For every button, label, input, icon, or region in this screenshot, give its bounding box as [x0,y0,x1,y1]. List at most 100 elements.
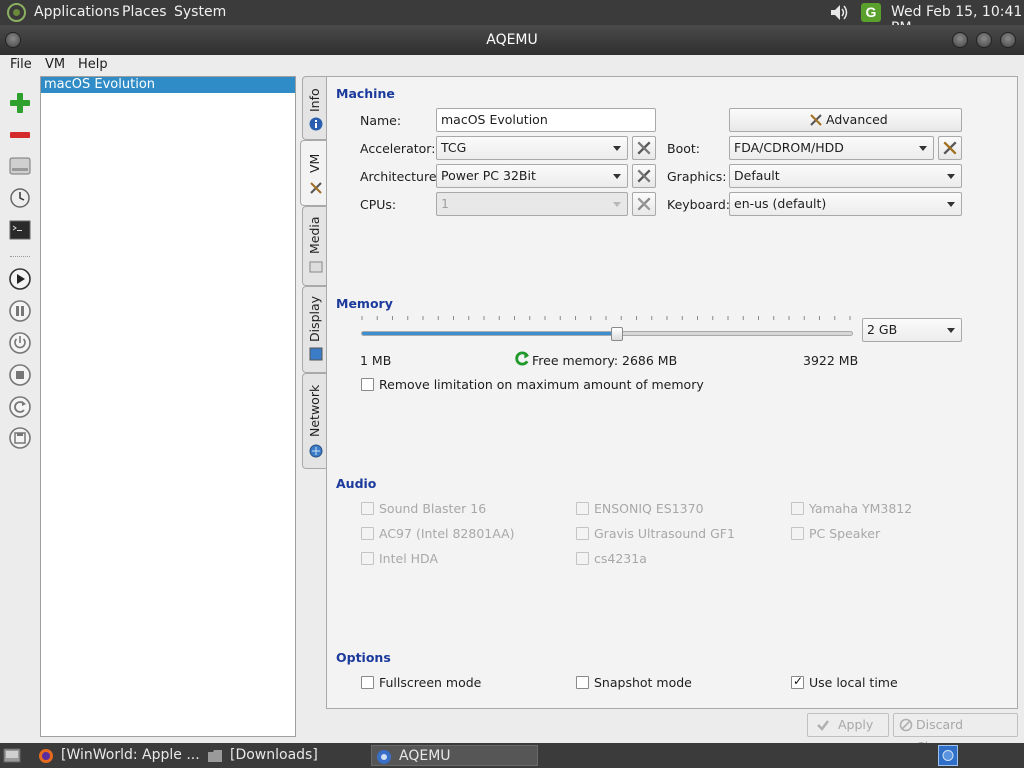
pc-speaker-label: PC Speaker [809,526,881,541]
chevron-down-icon [947,202,955,207]
network-icon [309,444,323,458]
vm-toolbar [0,76,38,740]
menu-vm[interactable]: VM [45,57,65,72]
boot-select[interactable]: FDA/CDROM/HDD [729,136,934,160]
disk-icon[interactable] [8,154,32,178]
task-aqemu[interactable]: AQEMU [371,745,538,766]
maximize-button[interactable] [976,32,992,48]
tab-network[interactable]: Network [302,373,326,469]
accelerator-select[interactable]: TCG [436,136,628,160]
clock-icon[interactable] [8,186,32,210]
chevron-down-icon [947,174,955,179]
window-titlebar[interactable]: AQEMU [0,25,1024,55]
save-icon[interactable] [8,426,32,450]
boot-settings-button[interactable] [938,136,962,160]
volume-icon[interactable] [828,3,850,22]
boot-label: Boot: [667,141,700,156]
apply-button[interactable]: Apply [807,713,889,737]
pc-speaker-checkbox[interactable] [791,527,804,540]
memory-slider-handle[interactable] [611,327,623,341]
pause-icon[interactable] [8,299,32,323]
tools-icon [637,169,651,183]
tab-display[interactable]: Display [302,286,326,373]
accelerator-label: Accelerator: [360,141,436,156]
intel-hda-checkbox[interactable] [361,552,374,565]
tools-icon [637,141,651,155]
cancel-icon [899,718,913,732]
snapshot-label: Snapshot mode [594,675,692,690]
applications-menu[interactable]: Applications [34,4,120,20]
cs4231a-label: cs4231a [594,551,647,566]
memory-size-select[interactable]: 2 GB [862,318,962,342]
gravis-checkbox[interactable] [576,527,589,540]
task-downloads[interactable]: [Downloads] [203,745,368,766]
remove-limit-label: Remove limitation on maximum amount of m… [379,377,704,392]
name-input[interactable]: macOS Evolution [436,108,656,132]
cpus-spinbox[interactable]: 1 [436,192,628,216]
task-firefox[interactable]: [WinWorld: Apple ... [34,745,200,766]
memory-min-label: 1 MB [360,353,392,368]
apply-label: Apply [838,717,874,732]
chevron-down-icon [919,146,927,151]
snapshot-checkbox[interactable] [576,676,589,689]
refresh-icon[interactable] [515,351,530,366]
accelerator-settings-button[interactable] [632,136,656,160]
stop-icon[interactable] [8,363,32,387]
chevron-down-icon [613,202,621,207]
architecture-value: Power PC 32Bit [441,168,536,183]
remove-limit-checkbox[interactable] [361,378,374,391]
remove-vm-icon[interactable] [8,123,32,147]
menu-help[interactable]: Help [78,57,108,72]
firefox-icon [39,749,53,763]
ac97-label: AC97 (Intel 82801AA) [379,526,515,541]
fullscreen-label: Fullscreen mode [379,675,482,690]
tab-media[interactable]: Media [302,206,326,286]
memory-size-value: 2 GB [867,322,898,337]
system-menu[interactable]: System [174,4,226,20]
discard-changes-button[interactable]: Discard Changes [893,713,1018,754]
power-icon[interactable] [8,331,32,355]
update-manager-icon[interactable]: G [861,3,881,22]
ac97-checkbox[interactable] [361,527,374,540]
local-time-checkbox[interactable] [791,674,804,689]
tab-info[interactable]: Info [302,76,326,140]
fullscreen-checkbox[interactable] [361,676,374,689]
architecture-settings-button[interactable] [632,164,656,188]
distro-logo-icon[interactable] [7,3,26,22]
minimize-button[interactable] [952,32,968,48]
cpus-settings-button[interactable] [632,192,656,216]
close-button[interactable] [1000,32,1016,48]
vm-settings-panel: Machine Name: macOS Evolution Advanced A… [326,76,1018,709]
play-icon[interactable] [8,267,32,291]
graphics-value: Default [734,168,780,183]
reset-icon[interactable] [8,395,32,419]
sound-blaster-checkbox[interactable] [361,502,374,515]
tools-icon [943,141,957,155]
architecture-label: Architecture [360,169,437,184]
graphics-select[interactable]: Default [729,164,962,188]
tab-vm[interactable]: VM [300,140,328,206]
architecture-select[interactable]: Power PC 32Bit [436,164,628,188]
menubar: File VM Help [0,55,1024,75]
memory-slider-ticks [361,316,851,320]
advanced-button[interactable]: Advanced [729,108,962,132]
cs4231a-checkbox[interactable] [576,552,589,565]
terminal-icon[interactable] [8,218,32,242]
add-vm-icon[interactable] [8,91,32,115]
vm-list[interactable]: macOS Evolution [40,76,296,737]
ensoniq-checkbox[interactable] [576,502,589,515]
yamaha-checkbox[interactable] [791,502,804,515]
cpus-value: 1 [441,196,449,211]
menu-file[interactable]: File [10,57,32,72]
memory-slider[interactable] [361,331,853,336]
show-desktop-icon[interactable] [3,747,21,764]
info-icon [309,117,323,131]
memory-max-label: 3922 MB [803,353,859,368]
media-icon [309,261,323,273]
places-menu[interactable]: Places [122,4,167,20]
advanced-label: Advanced [826,112,888,127]
vm-list-item[interactable]: macOS Evolution [41,77,295,93]
task-label: [WinWorld: Apple ... [61,747,200,763]
keyboard-select[interactable]: en-us (default) [729,192,962,216]
workspace-switcher-icon[interactable] [938,745,958,766]
